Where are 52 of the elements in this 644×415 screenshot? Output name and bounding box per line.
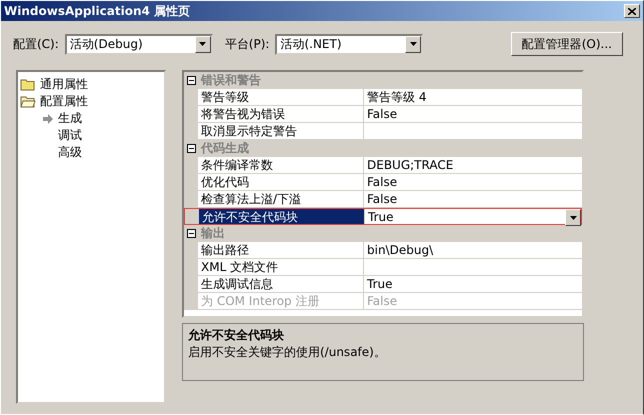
tree-item[interactable]: 通用属性: [40, 76, 88, 93]
description-title: 允许不安全代码块: [188, 327, 285, 344]
property-value[interactable]: True: [367, 276, 392, 292]
platform-label: 平台(P):: [224, 36, 270, 52]
property-value[interactable]: 警告等级 4: [367, 89, 426, 105]
property-row[interactable]: XML 文档文件: [184, 259, 582, 276]
category-title: 输出: [200, 225, 225, 242]
open-folder-icon: [20, 95, 36, 108]
caret-icon: [410, 42, 417, 46]
property-name[interactable]: 优化代码: [201, 175, 249, 189]
description-text: 启用不安全关键字的使用(/unsafe)。: [188, 344, 387, 361]
property-row[interactable]: 检查算法上溢/下溢 False: [184, 191, 582, 208]
property-value[interactable]: False: [367, 191, 398, 207]
property-value[interactable]: True: [368, 209, 394, 224]
collapse-icon[interactable]: [186, 229, 196, 238]
property-row[interactable]: 优化代码 False: [184, 174, 582, 191]
tree-item[interactable]: 生成: [58, 110, 82, 127]
caret-icon: [199, 42, 206, 46]
category-title: 代码生成: [200, 140, 249, 157]
property-name[interactable]: 输出路径: [201, 243, 249, 257]
tree-item[interactable]: 配置属性: [40, 93, 88, 110]
property-name[interactable]: XML 文档文件: [201, 260, 278, 274]
property-value[interactable]: False: [367, 174, 398, 190]
tree-item[interactable]: 调试: [58, 127, 82, 144]
configuration-label: 配置(C):: [13, 36, 59, 52]
property-name[interactable]: 生成调试信息: [201, 277, 273, 291]
property-value[interactable]: bin\Debug\: [367, 242, 434, 258]
property-name[interactable]: 取消显示特定警告: [201, 124, 297, 138]
property-name[interactable]: 将警告视为错误: [201, 107, 285, 121]
property-row[interactable]: 输出路径 bin\Debug\: [184, 242, 582, 259]
property-row[interactable]: 生成调试信息 True: [184, 276, 582, 293]
property-row[interactable]: 将警告视为错误 False: [184, 106, 582, 123]
property-value[interactable]: DEBUG;TRACE: [367, 157, 454, 173]
collapse-icon[interactable]: [186, 144, 196, 153]
close-icon: [628, 8, 636, 14]
dropdown-button[interactable]: [565, 209, 581, 226]
collapse-icon[interactable]: [186, 76, 196, 85]
property-name[interactable]: 检查算法上溢/下溢: [201, 192, 302, 206]
property-name[interactable]: 警告等级: [201, 90, 249, 104]
configuration-manager-button[interactable]: 配置管理器(O)...: [510, 32, 623, 56]
tree-item[interactable]: 高级: [58, 144, 82, 161]
caret-icon: [570, 216, 576, 220]
platform-dropdown[interactable]: 活动(.NET): [275, 34, 424, 54]
property-row[interactable]: 条件编译常数 DEBUG;TRACE: [184, 157, 582, 174]
close-button[interactable]: [624, 4, 640, 18]
property-value[interactable]: False: [367, 106, 398, 122]
property-row[interactable]: 警告等级 警告等级 4: [184, 89, 582, 106]
window-title: WindowsApplication4 属性页: [4, 2, 190, 20]
property-name[interactable]: 条件编译常数: [201, 158, 273, 172]
configuration-dropdown[interactable]: 活动(Debug): [64, 34, 213, 54]
folder-icon: [20, 78, 36, 91]
category-title: 错误和警告: [200, 72, 261, 89]
